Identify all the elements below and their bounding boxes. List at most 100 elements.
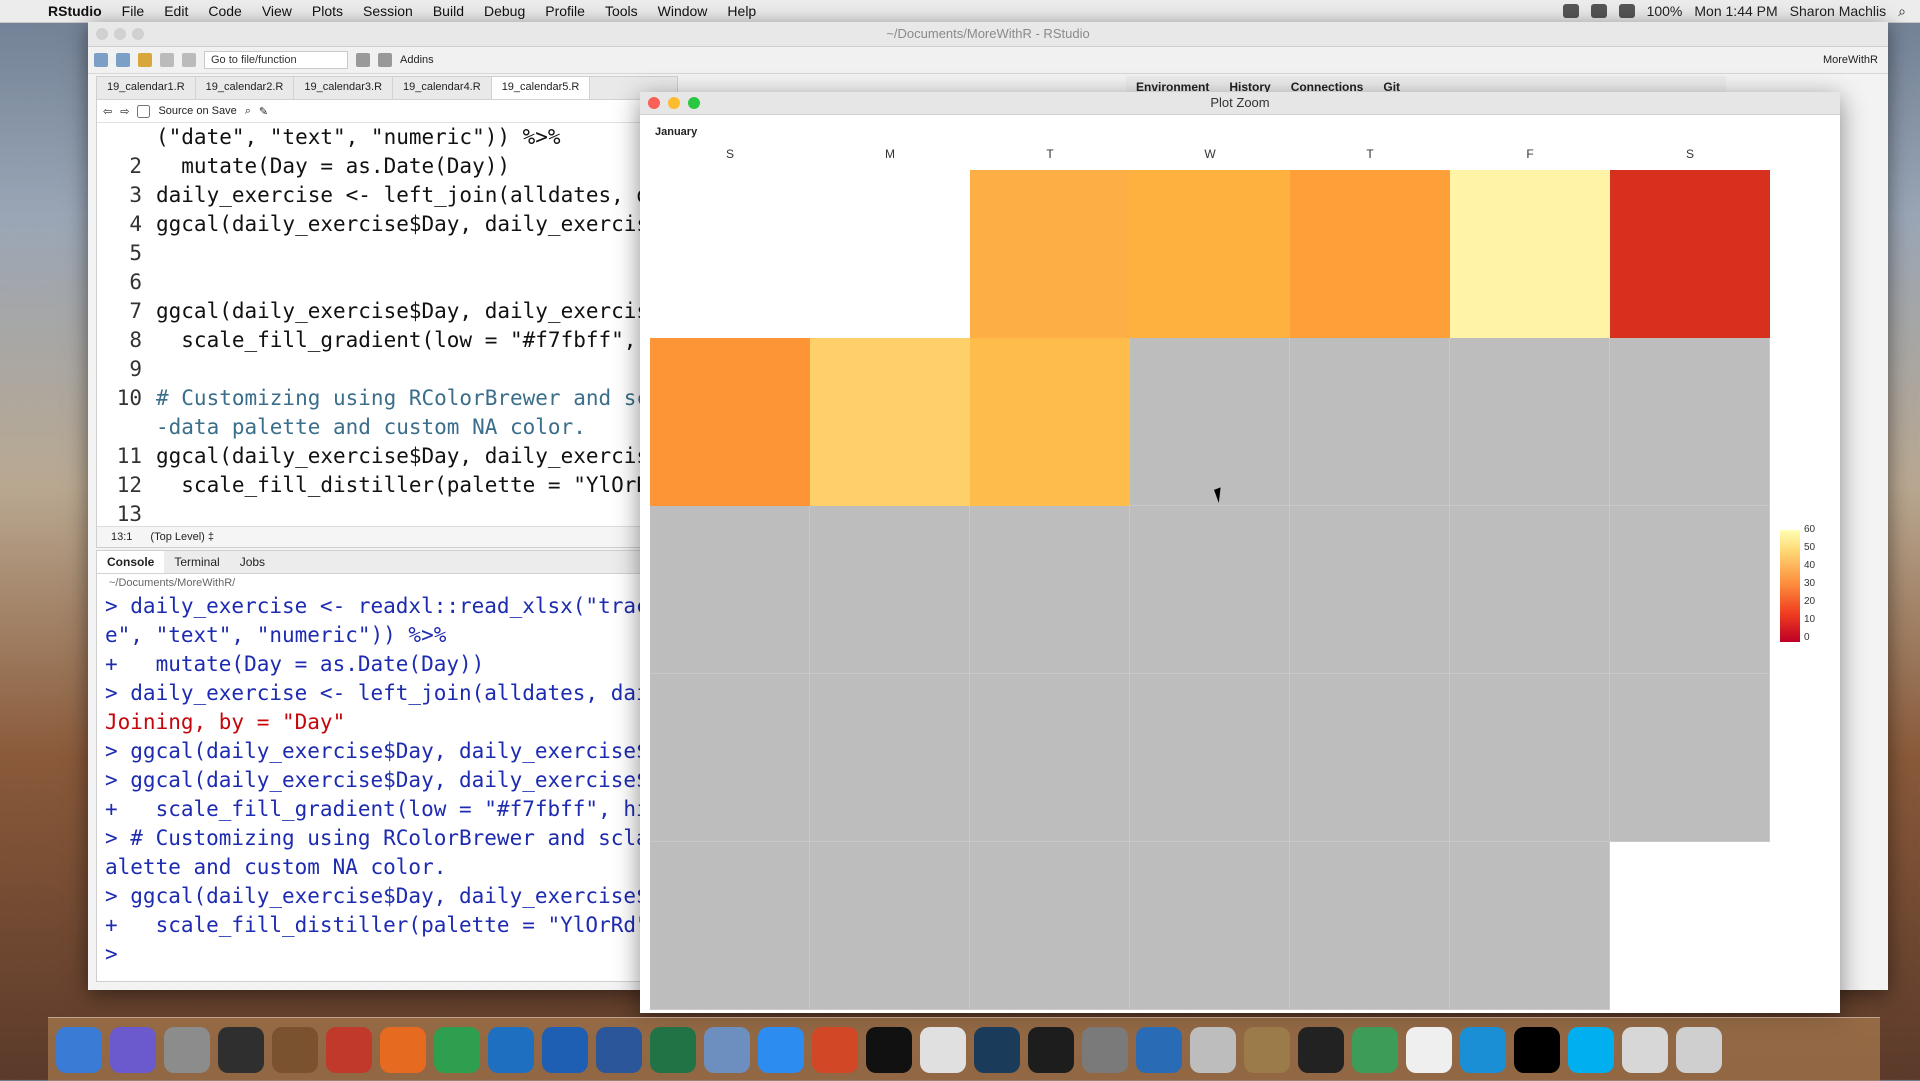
activity-app-icon[interactable] [218,1026,264,1073]
menu-file[interactable]: File [112,3,155,19]
trash-icon[interactable] [1676,1026,1722,1073]
code-line: 9 [129,357,142,381]
powerpoint-icon[interactable] [812,1026,858,1073]
obs-icon[interactable] [1514,1026,1560,1073]
app-icon[interactable] [272,1026,318,1073]
app-icon[interactable] [1244,1026,1290,1073]
tab-terminal[interactable]: Terminal [164,551,229,573]
search-icon[interactable]: ⌕ [245,105,251,118]
finder-icon[interactable] [56,1026,102,1073]
activity-monitor-icon[interactable] [1028,1026,1074,1073]
volume-icon[interactable] [1618,4,1635,18]
safari-icon[interactable] [758,1026,804,1073]
menu-code[interactable]: Code [198,3,251,19]
firefox-icon[interactable] [380,1026,426,1073]
menu-tools[interactable]: Tools [595,3,648,19]
app-icon[interactable] [920,1026,966,1073]
menu-window[interactable]: Window [648,3,718,19]
spotlight-icon[interactable]: ⌕ [1898,3,1906,20]
go-to-file-input[interactable]: Go to file/function [204,51,348,69]
heatmap-cell-na [970,842,1130,1010]
menu-plots[interactable]: Plots [302,3,353,19]
app-icon[interactable] [1406,1026,1452,1073]
color-legend: 60 50 40 30 20 10 0 [1780,524,1820,650]
zoom-icon[interactable] [132,28,144,40]
downloads-icon[interactable] [1622,1026,1668,1073]
wifi-icon[interactable] [1590,4,1607,18]
menu-app-name[interactable]: RStudio [38,3,112,19]
battery-percent[interactable]: 100% [1647,3,1683,19]
forward-icon[interactable]: ⇨ [120,105,129,118]
code-editor[interactable]: ("date", "text", "numeric")) %>% 2 mutat… [97,123,677,529]
menu-build[interactable]: Build [423,3,474,19]
siri-icon[interactable] [110,1026,156,1073]
word-icon[interactable] [596,1026,642,1073]
heatmap-cell-na [1450,842,1610,1010]
user-name[interactable]: Sharon Machlis [1790,3,1887,19]
tab-console[interactable]: Console [97,551,165,573]
app-icon[interactable] [1352,1026,1398,1073]
heatmap-cell [970,338,1130,506]
app-icon[interactable] [1136,1026,1182,1073]
tab-calendar5[interactable]: 19_calendar5.R [491,77,591,99]
heatmap-cell-na [1130,842,1290,1010]
menu-debug[interactable]: Debug [474,3,535,19]
minimize-icon[interactable] [668,97,680,109]
chrome-icon[interactable] [434,1026,480,1073]
scope-selector[interactable]: (Top Level) ‡ [150,531,214,543]
menu-view[interactable]: View [252,3,302,19]
tab-calendar3[interactable]: 19_calendar3.R [294,77,394,99]
new-project-icon[interactable] [116,53,130,67]
project-menu[interactable]: MoreWithR [1823,54,1888,66]
excel-icon[interactable] [650,1026,696,1073]
back-icon[interactable]: ⇦ [103,105,112,118]
tab-calendar1[interactable]: 19_calendar1.R [97,77,196,99]
console-app-icon[interactable] [1298,1026,1344,1073]
code-line: 6 [129,270,142,294]
zoom-icon[interactable] [688,97,700,109]
menu-help[interactable]: Help [717,3,766,19]
tab-calendar4[interactable]: 19_calendar4.R [393,77,492,99]
heatmap-cell [810,338,970,506]
code-line: ("date", "text", "numeric")) %>% [156,125,561,149]
heatmap-cell-na [1290,506,1450,674]
calculator-icon[interactable] [1190,1026,1236,1073]
source-status-bar: 13:1 (Top Level) ‡ [97,526,677,547]
source-on-save-checkbox[interactable] [137,104,151,118]
creative-cloud-icon[interactable] [1562,4,1579,18]
menu-edit[interactable]: Edit [154,3,198,19]
rstudio-icon[interactable] [704,1026,750,1073]
system-preferences-icon[interactable] [1082,1026,1128,1073]
layout-icon[interactable] [378,53,392,67]
clock[interactable]: Mon 1:44 PM [1694,3,1777,19]
console-output[interactable]: > daily_exercise <- readxl::read_xlsx("t… [97,592,677,969]
save-icon[interactable] [160,53,174,67]
git-icon[interactable] [356,53,370,67]
console-tabs: Console Terminal Jobs [97,551,677,574]
menu-profile[interactable]: Profile [535,3,595,19]
filezilla-icon[interactable] [326,1026,372,1073]
app-icon[interactable] [542,1026,588,1073]
close-icon[interactable] [648,97,660,109]
console-prompt[interactable]: > [97,940,677,969]
terminal-icon[interactable] [866,1026,912,1073]
app-icon[interactable] [1460,1026,1506,1073]
close-icon[interactable] [96,28,108,40]
outlook-icon[interactable] [488,1026,534,1073]
plot-zoom-title-bar: Plot Zoom [640,92,1840,115]
skype-icon[interactable] [1568,1026,1614,1073]
tab-jobs[interactable]: Jobs [230,551,275,573]
menu-session[interactable]: Session [353,3,423,19]
tab-calendar2[interactable]: 19_calendar2.R [196,77,295,99]
legend-gradient-bar [1780,530,1800,642]
new-file-icon[interactable] [94,53,108,67]
wand-icon[interactable]: ✎ [259,105,268,118]
time-machine-icon[interactable] [974,1026,1020,1073]
launchpad-icon[interactable] [164,1026,210,1073]
weekday-label: S [725,147,734,161]
print-icon[interactable] [182,53,196,67]
minimize-icon[interactable] [114,28,126,40]
heatmap-cell-na [1290,338,1450,506]
addins-menu[interactable]: Addins [400,54,434,66]
open-file-icon[interactable] [138,53,152,67]
